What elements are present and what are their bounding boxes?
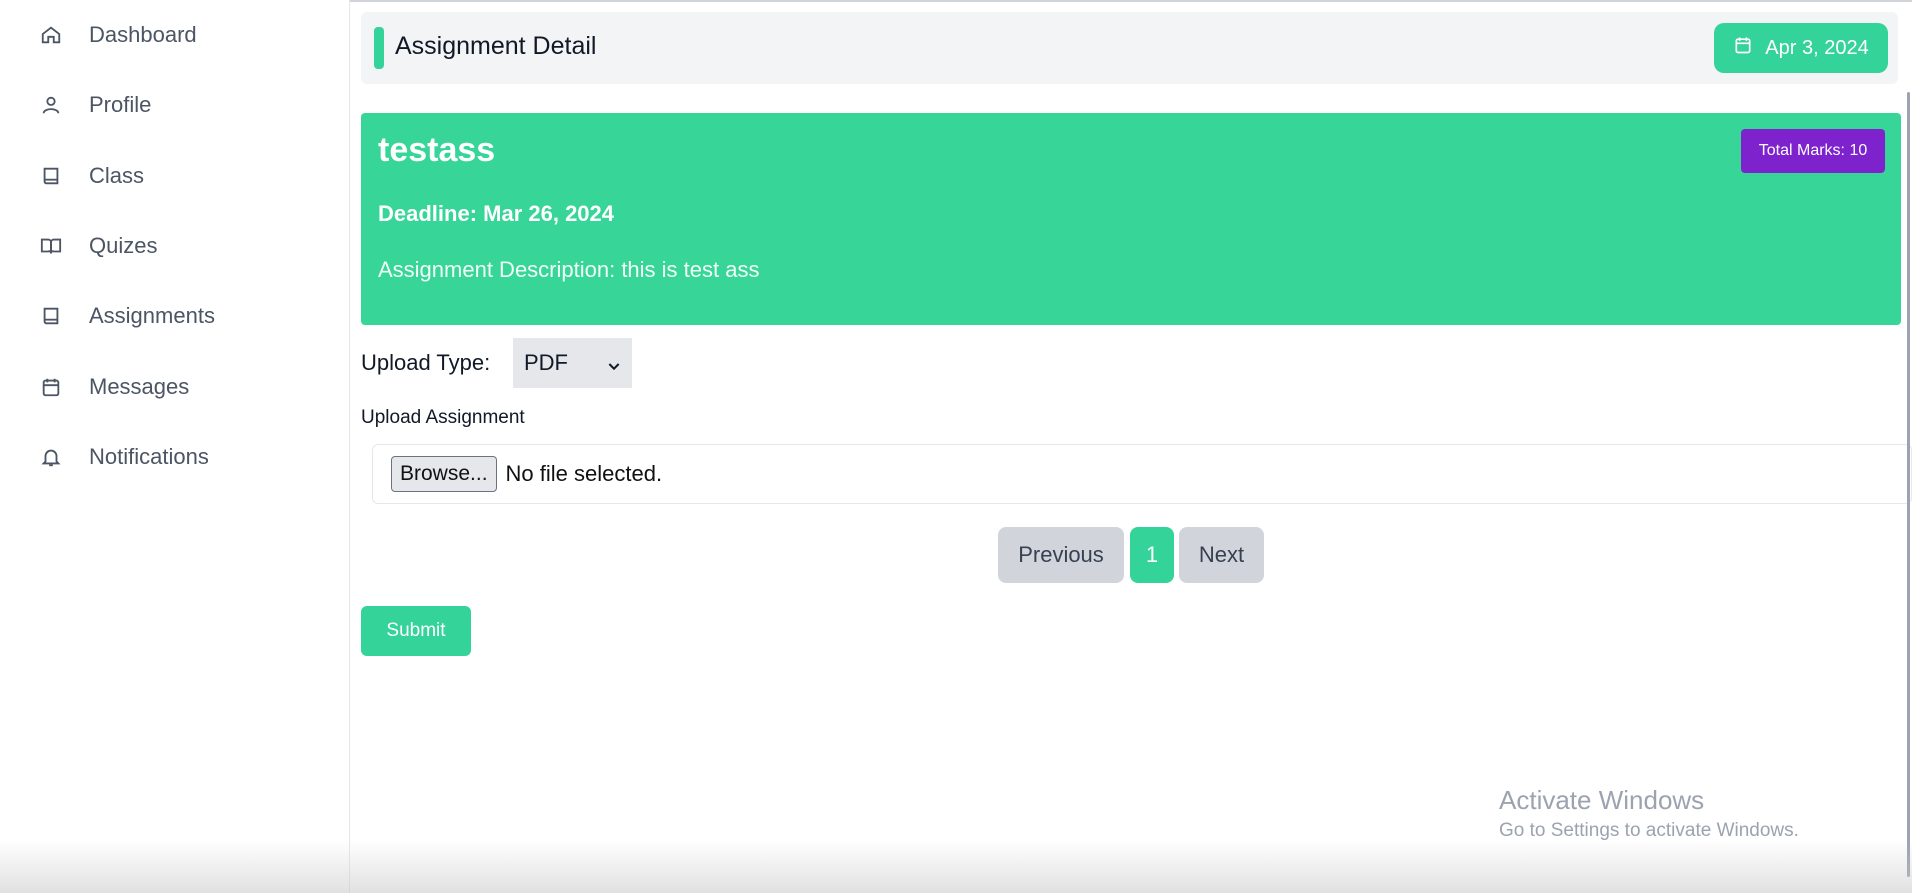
upload-type-label: Upload Type: (361, 350, 491, 375)
sidebar-item-profile[interactable]: Profile (38, 85, 328, 125)
assignment-deadline: Deadline: Mar 26, 2024 (378, 201, 615, 226)
page-title: Assignment Detail (395, 32, 597, 60)
book-icon (38, 163, 64, 189)
sidebar-item-class[interactable]: Class (38, 156, 328, 196)
bottom-shadow (0, 840, 1912, 893)
upload-type-value: PDF (524, 350, 568, 375)
page-1-button[interactable]: 1 (1130, 527, 1174, 583)
total-marks-badge: Total Marks: 10 (1741, 129, 1885, 173)
next-page-button[interactable]: Next (1179, 527, 1264, 583)
scrollbar[interactable] (1907, 92, 1910, 877)
upload-type-select[interactable]: PDF (513, 338, 632, 388)
user-icon (38, 92, 64, 118)
page-header: Assignment Detail Apr 3, 2024 (361, 12, 1898, 84)
sidebar-item-label: Assignments (89, 303, 215, 328)
browse-button[interactable]: Browse... (391, 456, 497, 492)
sidebar-item-messages[interactable]: Messages (38, 367, 328, 407)
sidebar-item-label: Notifications (89, 444, 209, 469)
submit-button[interactable]: Submit (361, 606, 471, 656)
activate-windows-subtitle: Go to Settings to activate Windows. (1499, 820, 1799, 841)
sidebar-item-label: Dashboard (89, 22, 197, 47)
previous-page-button[interactable]: Previous (998, 527, 1124, 583)
assignment-card: testass Total Marks: 10 Deadline: Mar 26… (361, 113, 1901, 325)
file-input[interactable]: Browse... No file selected. (372, 444, 1912, 504)
sidebar-item-notifications[interactable]: Notifications (38, 437, 328, 477)
sidebar-item-label: Profile (89, 92, 152, 117)
calendar-icon (38, 374, 64, 400)
book-icon (38, 303, 64, 329)
sidebar-item-dashboard[interactable]: Dashboard (38, 15, 328, 55)
date-text: Apr 3, 2024 (1765, 36, 1869, 59)
activate-windows-title: Activate Windows (1499, 785, 1705, 815)
sidebar-item-label: Quizes (89, 233, 158, 258)
sidebar-item-label: Messages (89, 374, 190, 399)
calendar-icon (1733, 35, 1753, 61)
sidebar-item-assignments[interactable]: Assignments (38, 296, 328, 336)
open-book-icon (38, 233, 64, 259)
bell-icon (38, 444, 64, 470)
home-icon (38, 22, 64, 48)
file-status-text: No file selected. (505, 461, 663, 486)
header-accent-bar (374, 27, 384, 69)
sidebar: Dashboard Profile Class Quizes Assignmen… (0, 0, 350, 893)
chevron-down-icon (606, 354, 622, 380)
upload-assignment-label: Upload Assignment (361, 407, 525, 428)
assignment-description: Assignment Description: this is test ass (378, 257, 760, 282)
date-badge: Apr 3, 2024 (1714, 23, 1888, 73)
sidebar-item-quizes[interactable]: Quizes (38, 226, 328, 266)
assignment-name: testass (378, 131, 496, 169)
sidebar-item-label: Class (89, 163, 145, 188)
